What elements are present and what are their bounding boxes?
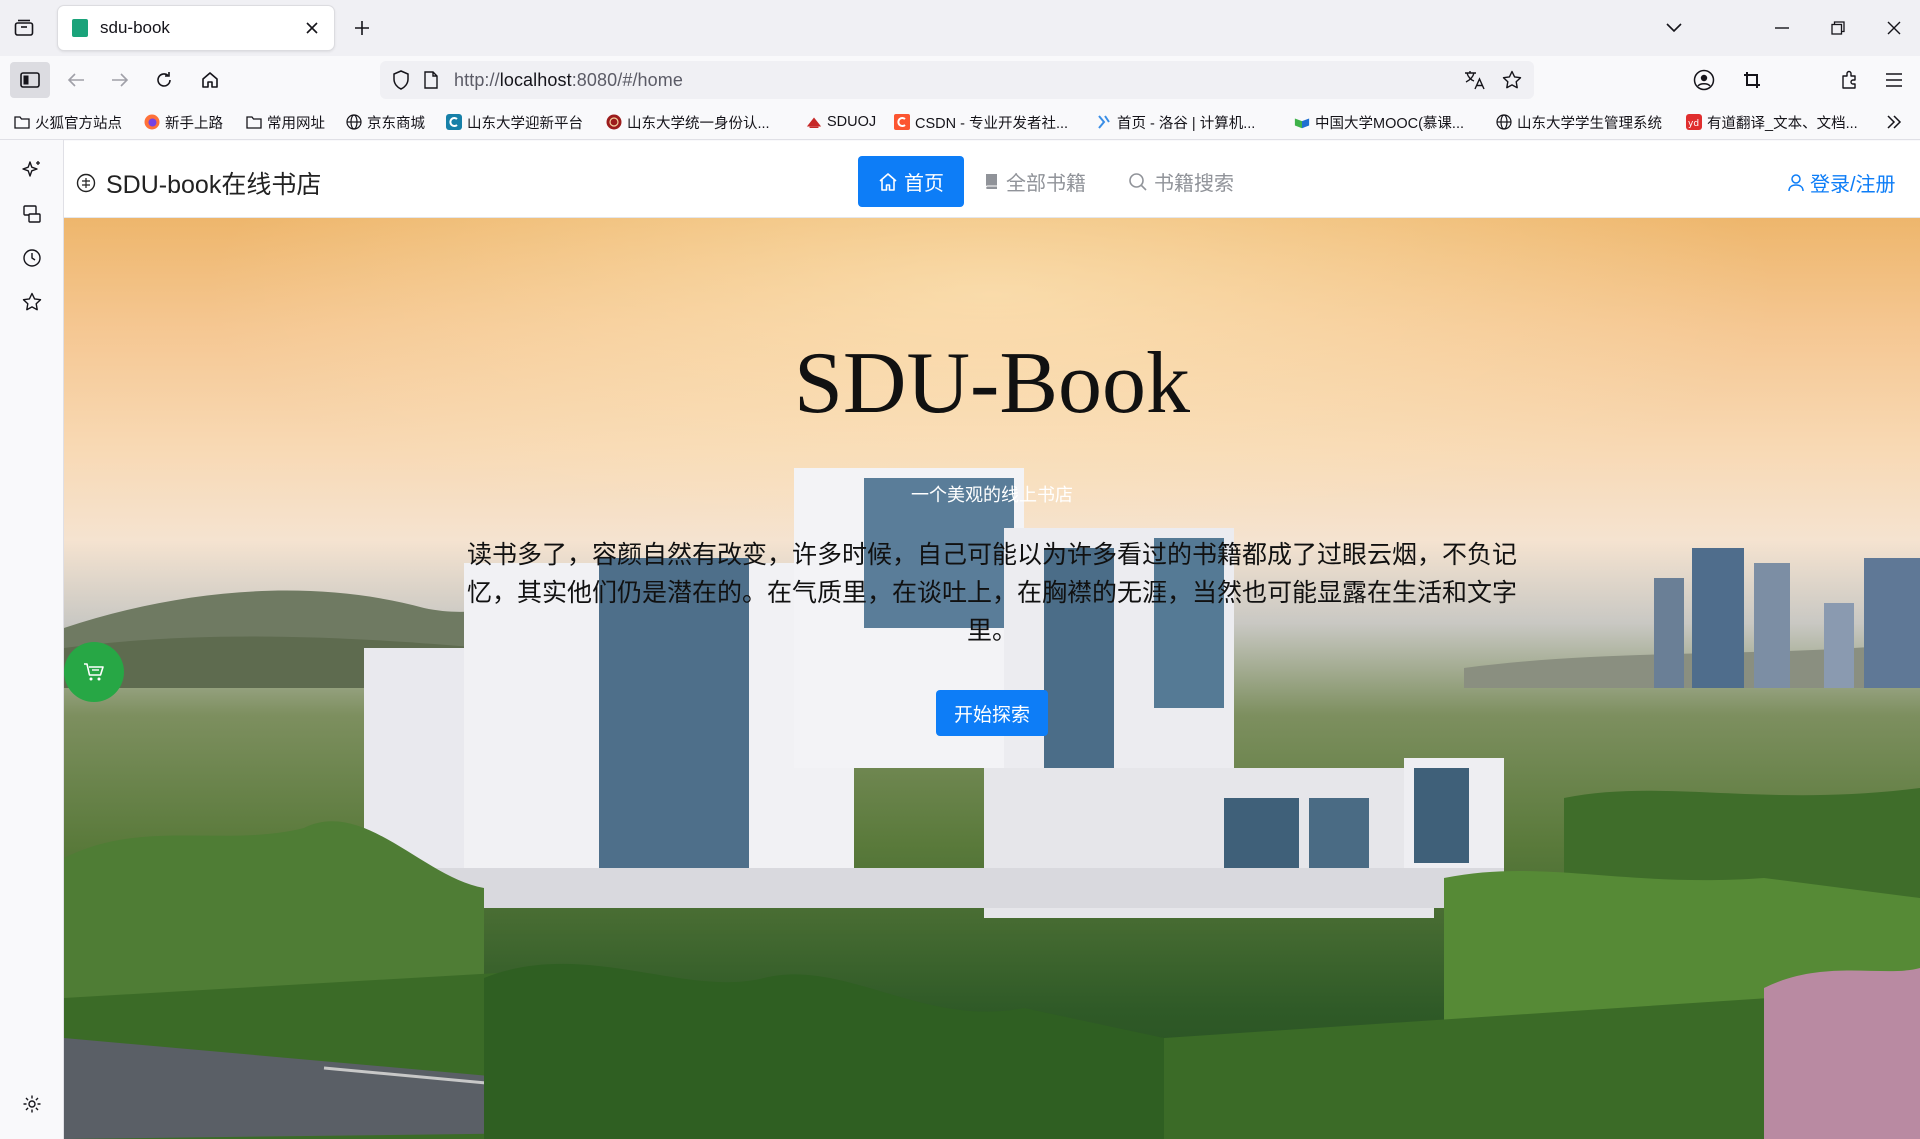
menu-icon[interactable] <box>1876 62 1912 98</box>
nav-book-search[interactable]: 书籍搜索 <box>1128 156 1234 207</box>
shopping-cart-icon <box>84 663 104 681</box>
folder-icon <box>246 114 262 130</box>
site-header: SDU-book在线书店 首页 全部书籍 书籍搜索 登录/注册 <box>64 141 1920 218</box>
close-window-icon[interactable] <box>1876 10 1912 46</box>
customize-gear-icon[interactable] <box>16 1088 48 1120</box>
hero-title: SDU-Book <box>793 335 1191 432</box>
shield-icon[interactable] <box>392 70 410 90</box>
nav-home-label: 首页 <box>904 173 944 195</box>
bookmark-item[interactable]: 中国大学MOOC(慕课... <box>1294 110 1464 134</box>
nav-all-books[interactable]: 全部书籍 <box>984 156 1086 207</box>
tab-title: sdu-book <box>100 18 170 37</box>
more-bookmarks-chevron-icon[interactable] <box>1886 110 1902 134</box>
sdu-seal-icon <box>606 114 622 130</box>
hero-subtitle: 一个美观的线上书店 <box>911 485 1073 505</box>
bookmark-item[interactable]: 新手上路 <box>144 110 223 134</box>
city-skyline <box>1654 548 1920 688</box>
browser-sidebar <box>0 140 64 1139</box>
bookmark-star-icon[interactable] <box>1502 70 1522 90</box>
bookmarks-star-icon[interactable] <box>16 286 48 318</box>
user-icon <box>1788 173 1804 191</box>
login-register-link[interactable]: 登录/注册 <box>1788 168 1896 197</box>
nav-book-search-label: 书籍搜索 <box>1154 173 1234 195</box>
bookmark-item[interactable]: 火狐官方站点 <box>14 110 122 134</box>
hero-quote: 读书多了，容颜自然有改变，许多时候，自己可能以为许多看过的书籍都成了过眼云烟，不… <box>466 541 1517 645</box>
bookmark-item[interactable]: yd 有道翻译_文本、文档... <box>1686 110 1858 134</box>
ai-sparkle-icon[interactable] <box>16 154 48 186</box>
minimize-icon[interactable] <box>1764 10 1800 46</box>
folder-icon <box>14 114 30 130</box>
translate-icon[interactable] <box>1464 70 1486 90</box>
bookmark-item[interactable]: 京东商城 <box>346 110 425 134</box>
back-icon[interactable] <box>58 62 94 98</box>
luogu-icon <box>1096 114 1112 130</box>
home-icon[interactable] <box>192 62 228 98</box>
sidebar-toggle-icon[interactable] <box>10 62 50 98</box>
bookmark-item[interactable]: 首页 - 洛谷 | 计算机... <box>1096 110 1255 134</box>
url-text[interactable]: http://localhost:8080/#/home <box>454 70 683 91</box>
browser-nav-bar: http://localhost:8080/#/home <box>0 56 1920 104</box>
new-tab-icon[interactable] <box>348 14 376 42</box>
csdn-icon <box>894 114 910 130</box>
bookmark-item[interactable]: CSDN - 专业开发者社... <box>894 110 1068 134</box>
bookmarks-toolbar: 火狐官方站点 新手上路 常用网址 京东商城 山东大学迎新平台 山东大学统一身份认… <box>0 104 1920 140</box>
web-page: SDU-book在线书店 首页 全部书籍 书籍搜索 登录/注册 SDU-Book… <box>64 141 1920 1139</box>
synced-tabs-icon[interactable] <box>16 198 48 230</box>
c-logo-icon <box>446 114 462 130</box>
bookmark-item[interactable]: SDUOJ <box>806 110 876 134</box>
bookmark-item[interactable]: 山东大学迎新平台 <box>446 110 583 134</box>
browser-tab-bar: sdu-book <box>0 0 1920 56</box>
extensions-icon[interactable] <box>1832 62 1868 98</box>
close-tab-icon[interactable] <box>300 16 324 40</box>
book-favicon-icon <box>72 19 88 37</box>
book-icon <box>985 173 997 189</box>
address-bar[interactable]: http://localhost:8080/#/home <box>380 61 1534 99</box>
youdao-icon: yd <box>1686 114 1702 130</box>
globe-icon <box>346 114 362 130</box>
bookmark-item[interactable]: 山东大学统一身份认... <box>606 110 770 134</box>
cart-button[interactable] <box>64 642 124 702</box>
nav-home[interactable]: 首页 <box>858 156 964 207</box>
tab-list-icon[interactable] <box>10 14 38 42</box>
home-icon <box>879 172 897 191</box>
history-clock-icon[interactable] <box>16 242 48 274</box>
reload-icon[interactable] <box>146 62 182 98</box>
bookmark-item[interactable]: 常用网址 <box>246 110 325 134</box>
bookmark-item[interactable]: 山东大学学生管理系统 <box>1496 110 1662 134</box>
svg-text:yd: yd <box>1688 119 1699 129</box>
account-icon[interactable] <box>1686 62 1722 98</box>
globe-icon <box>1496 114 1512 130</box>
brand[interactable]: SDU-book在线书店 <box>76 165 321 201</box>
restore-icon[interactable] <box>1820 10 1856 46</box>
start-explore-button[interactable]: 开始探索 <box>936 690 1048 736</box>
hero-banner: SDU-Book 一个美观的线上书店 读书多了，容颜自然有改变，许多时候，自己可… <box>64 218 1920 1139</box>
browser-tab[interactable]: sdu-book <box>58 6 334 50</box>
list-all-tabs-icon[interactable] <box>1656 10 1692 46</box>
page-info-icon[interactable] <box>424 71 438 89</box>
forward-icon[interactable] <box>102 62 138 98</box>
screenshot-crop-icon[interactable] <box>1734 62 1770 98</box>
sduoj-icon <box>806 114 822 130</box>
login-label: 登录/注册 <box>1810 174 1896 196</box>
search-icon <box>1129 172 1147 191</box>
trees-foreground <box>64 788 1920 1139</box>
brand-title: SDU-book在线书店 <box>106 171 322 199</box>
mooc-icon <box>1294 114 1310 130</box>
brand-logo-icon <box>76 173 96 193</box>
nav-all-books-label: 全部书籍 <box>1006 173 1086 195</box>
firefox-icon <box>144 114 160 130</box>
